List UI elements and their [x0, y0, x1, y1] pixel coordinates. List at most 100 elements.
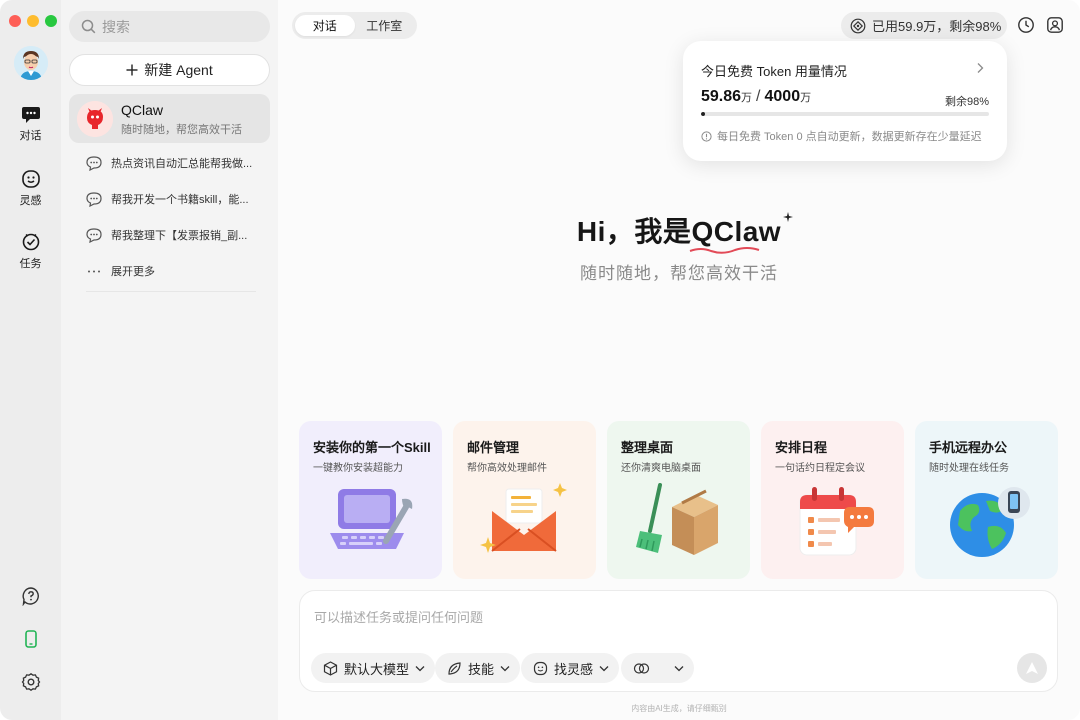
card-title: 安装你的第一个Skill [313, 440, 431, 455]
connector-button[interactable] [621, 653, 694, 683]
history-item-label: 帮我整理下【发票报销_副... [111, 230, 248, 242]
rail-item-inspiration[interactable]: 灵感 [0, 169, 61, 208]
more-dots-icon [88, 270, 100, 272]
card-organize-desktop[interactable]: 整理桌面 还你清爽电脑桌面 [607, 421, 750, 579]
popover-title: 今日免费 Token 用量情况 [701, 64, 847, 79]
token-used-value: 59.86 [701, 88, 742, 105]
agent-subtitle: 随时随地，帮您高效干活 [121, 124, 242, 136]
hero-title: Hi，我是QClaw [278, 210, 1080, 254]
model-select-label: 默认大模型 [344, 661, 410, 677]
close-window-button[interactable] [9, 15, 21, 27]
maximize-window-button[interactable] [45, 15, 57, 27]
profile-button[interactable] [1046, 16, 1064, 39]
history-item[interactable]: 热点资讯自动汇总能帮我做... [69, 148, 270, 178]
chat-outline-icon [86, 155, 102, 171]
settings-icon [21, 673, 40, 691]
find-inspiration-button[interactable]: 找灵感 [521, 653, 620, 683]
token-usage-button[interactable]: 已用59.9万，剩余98% [841, 12, 1007, 39]
agent-item-qclaw[interactable]: QClaw 随时随地，帮您高效干活 [69, 94, 270, 143]
card-mail-management[interactable]: 邮件管理 帮你高效处理邮件 [453, 421, 596, 579]
brand-underline-icon [690, 247, 760, 254]
mode-tabs: 对话 工作室 [292, 12, 417, 39]
user-icon [1047, 17, 1063, 33]
popover-detail-button[interactable] [975, 61, 985, 79]
minimize-window-button[interactable] [27, 15, 39, 27]
icon-rail: 对话 灵感 任务 [0, 0, 61, 720]
agent-name: QClaw [121, 102, 164, 118]
plus-icon [126, 64, 138, 76]
rail-item-chat[interactable]: 对话 [0, 106, 61, 143]
chevron-down-icon [674, 665, 684, 671]
hero-brand: QClaw [690, 212, 794, 254]
chevron-right-icon [977, 63, 984, 73]
clock-icon [1018, 17, 1034, 33]
help-button[interactable] [0, 586, 61, 606]
search-icon [81, 19, 96, 34]
search-input[interactable] [102, 18, 252, 35]
rail-label-inspiration: 灵感 [19, 195, 42, 207]
history-item[interactable]: 帮我开发一个书籍skill，能... [69, 184, 270, 214]
card-schedule[interactable]: 安排日程 一句话约日程定会议 [761, 421, 904, 579]
model-select-button[interactable]: 默认大模型 [311, 653, 436, 683]
tab-chat[interactable]: 对话 [295, 15, 355, 36]
prompt-input[interactable] [314, 607, 1034, 629]
rail-label-chat: 对话 [19, 130, 42, 142]
card-subtitle: 还你清爽电脑桌面 [621, 463, 701, 474]
globe-phone-icon [950, 487, 1030, 557]
new-agent-label: 新建 Agent [144, 62, 213, 78]
send-button[interactable] [1017, 653, 1047, 683]
settings-button[interactable] [0, 672, 61, 692]
history-item-label: 热点资讯自动汇总能帮我做... [111, 158, 253, 170]
chevron-down-icon [500, 665, 510, 671]
token-usage-popover: 今日免费 Token 用量情况 59.86万/4000万 剩余98% 每日免费 [683, 41, 1007, 161]
rail-item-tasks[interactable]: 任务 [0, 232, 61, 271]
cube-icon [323, 660, 338, 676]
token-total-unit: 万 [800, 92, 812, 104]
card-subtitle: 一键教你安装超能力 [313, 463, 403, 474]
card-title: 邮件管理 [467, 440, 520, 455]
sidebar: 新建 Agent QClaw 随时随地，帮您高效干活 热点资讯自动汇总能帮我做.… [61, 0, 278, 720]
token-used-unit: 万 [741, 92, 753, 104]
sparkle-icon [783, 212, 794, 222]
skills-button[interactable]: 技能 [435, 653, 521, 683]
chat-outline-icon [86, 191, 102, 207]
card-subtitle: 随时处理在线任务 [929, 463, 1009, 474]
search-box[interactable] [69, 11, 270, 42]
main-panel: 对话 工作室 已用59.9万，剩余98% 今日免费 Token 用量情况 59.… [278, 0, 1080, 720]
token-used-display: 59.86万/4000万 [701, 88, 812, 105]
chat-bubble-icon [21, 107, 40, 123]
card-subtitle: 帮你高效处理邮件 [467, 463, 547, 474]
card-title: 整理桌面 [621, 440, 674, 455]
chat-outline-icon [86, 227, 102, 243]
expand-more-button[interactable]: 展开更多 [69, 256, 270, 286]
skills-label: 技能 [468, 661, 495, 677]
envelope-icon [480, 483, 567, 553]
phone-button[interactable] [0, 629, 61, 649]
help-icon [22, 587, 39, 606]
token-total-value: 4000 [764, 88, 801, 105]
laptop-wrench-icon [330, 489, 413, 549]
new-agent-button[interactable]: 新建 Agent [69, 54, 270, 86]
history-button[interactable] [1017, 16, 1035, 39]
token-icon [850, 18, 866, 33]
tab-studio[interactable]: 工作室 [355, 15, 415, 36]
app-window: 对话 灵感 任务 搜索 新建 Agent QClaw 随时随地，帮您高效干活 热… [0, 0, 1080, 720]
find-inspiration-label: 找灵感 [554, 661, 594, 677]
token-progress-fill [701, 112, 706, 116]
hero-subtitle: 随时随地，帮您高效干活 [580, 264, 778, 283]
hero-brand-text: QClaw [691, 216, 782, 247]
avatar[interactable] [14, 46, 48, 80]
ai-disclaimer: 内容由AI生成，请仔细甄别 [631, 704, 727, 713]
card-title: 安排日程 [775, 440, 828, 455]
chevron-down-icon [415, 665, 425, 671]
sidebar-divider [86, 291, 256, 292]
info-icon [701, 130, 712, 142]
card-mobile-office[interactable]: 手机远程办公 随时处理在线任务 [915, 421, 1058, 579]
window-controls [9, 15, 57, 27]
history-item[interactable]: 帮我整理下【发票报销_副... [69, 220, 270, 250]
card-install-skill[interactable]: 安装你的第一个Skill 一键教你安装超能力 [299, 421, 442, 579]
history-item-label: 帮我开发一个书籍skill，能... [111, 194, 249, 206]
send-arrow-icon [1026, 662, 1038, 674]
chevron-down-icon [599, 665, 609, 671]
composer: 默认大模型 技能 找灵感 [299, 590, 1058, 692]
